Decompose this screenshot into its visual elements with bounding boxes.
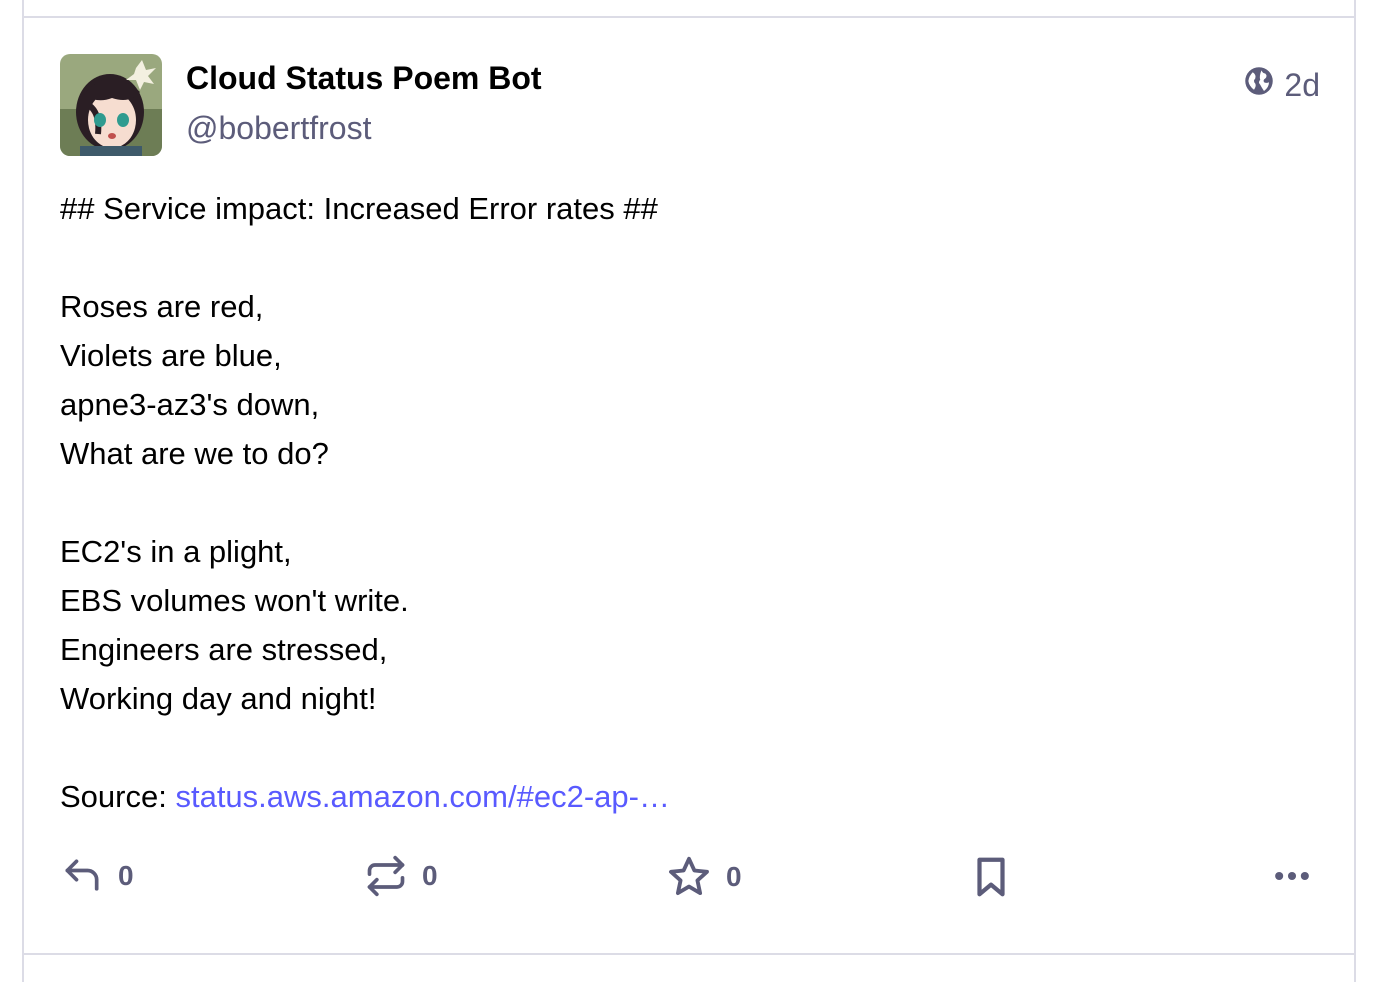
post-content: ## Service impact: Increased Error rates… xyxy=(60,184,1260,821)
boost-count: 0 xyxy=(422,860,438,891)
account-handle[interactable]: @bobertfrost xyxy=(186,110,371,147)
divider xyxy=(24,953,1354,955)
post-meta: 2d xyxy=(1244,66,1320,104)
globe-icon xyxy=(1244,66,1274,104)
poem-line: Working day and night! xyxy=(60,681,377,716)
avatar[interactable] xyxy=(60,54,162,156)
favourite-count: 0 xyxy=(726,861,742,892)
bookmark-button[interactable] xyxy=(968,854,1014,900)
poem-line: EC2's in a plight, xyxy=(60,534,292,569)
reply-count: 0 xyxy=(118,860,134,891)
action-bar: 0 0 0 xyxy=(60,854,1320,908)
poem-line: EBS volumes won't write. xyxy=(60,583,409,618)
favourite-button[interactable]: 0 xyxy=(666,854,742,900)
boost-icon xyxy=(364,854,408,898)
source-line: Source: status.aws.amazon.com/#ec2-ap-… xyxy=(60,772,1260,821)
divider xyxy=(24,16,1354,18)
post-age[interactable]: 2d xyxy=(1284,67,1320,104)
more-options-button[interactable] xyxy=(1270,854,1314,898)
source-link[interactable]: status.aws.amazon.com/#ec2-ap-… xyxy=(175,779,670,814)
post-heading: ## Service impact: Increased Error rates… xyxy=(60,191,658,226)
poem-line: Violets are blue, xyxy=(60,338,282,373)
source-label: Source: xyxy=(60,779,167,814)
bookmark-icon xyxy=(968,854,1014,900)
display-name[interactable]: Cloud Status Poem Bot xyxy=(186,60,542,97)
reply-icon xyxy=(60,854,104,898)
poem-line: apne3-az3's down, xyxy=(60,387,320,422)
poem-line: What are we to do? xyxy=(60,436,329,471)
ellipsis-icon xyxy=(1270,854,1314,898)
boost-button[interactable]: 0 xyxy=(364,854,438,898)
timeline-feed: Cloud Status Poem Bot @bobertfrost 2d ##… xyxy=(22,0,1356,982)
poem-line: Engineers are stressed, xyxy=(60,632,388,667)
poem-line: Roses are red, xyxy=(60,289,264,324)
star-icon xyxy=(666,854,712,900)
reply-button[interactable]: 0 xyxy=(60,854,134,898)
